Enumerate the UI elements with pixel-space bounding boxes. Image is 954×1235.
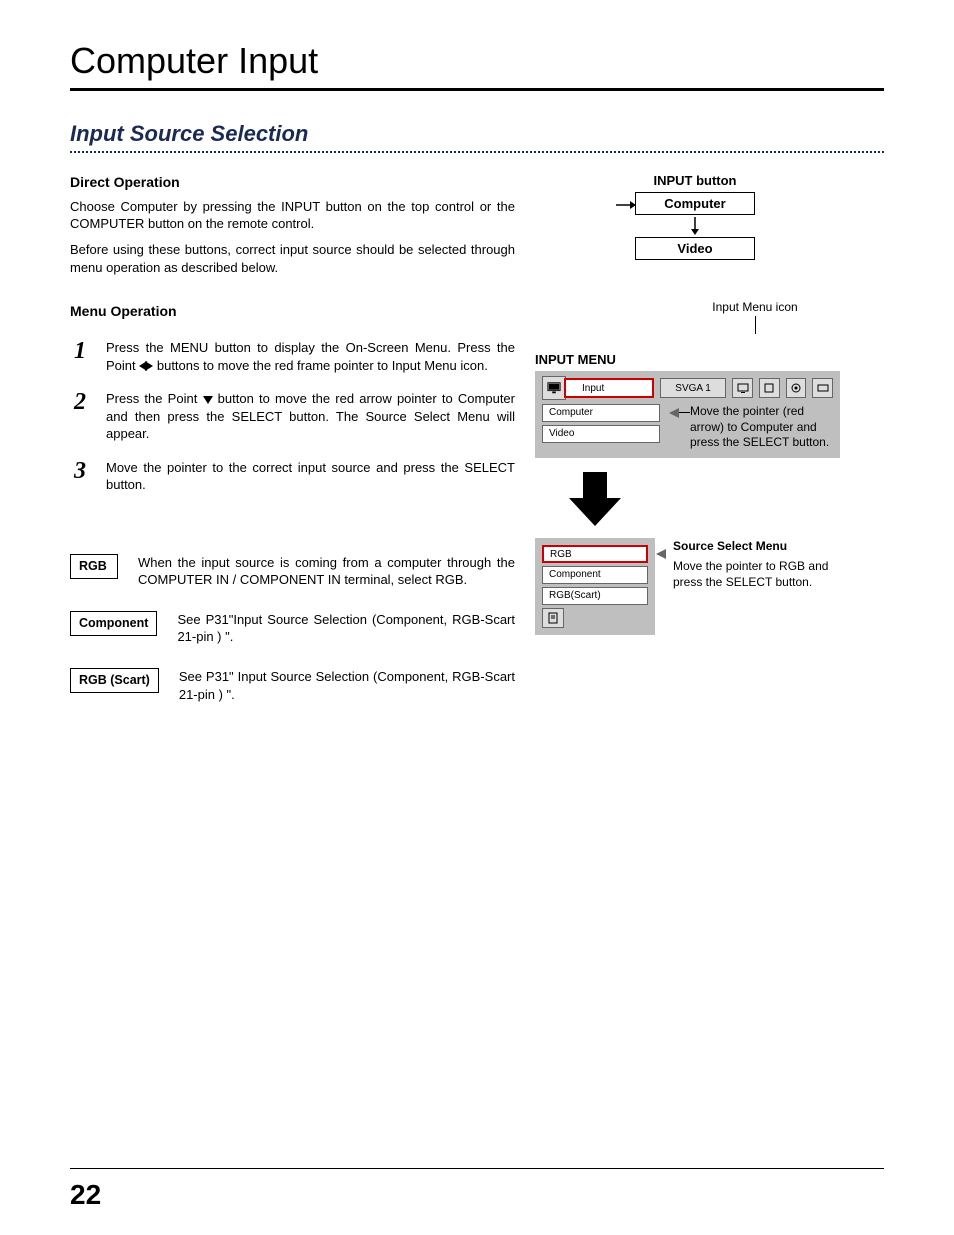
- def-text: See P31"Input Source Selection (Componen…: [177, 611, 515, 646]
- step-3: 3 Move the pointer to the correct input …: [70, 459, 515, 494]
- osd-list: Computer Video: [542, 404, 660, 446]
- def-label: Component: [70, 611, 157, 636]
- right-column: INPUT button Computer Video Input Menu i…: [535, 173, 855, 635]
- src-item-rgb: RGB: [542, 545, 648, 563]
- src-note: Move the pointer to RGB and press the SE…: [673, 558, 843, 590]
- osd-icon-3: [786, 378, 807, 398]
- menuop-heading: Menu Operation: [70, 302, 515, 321]
- inputbtn-video-label: Video: [677, 241, 712, 256]
- footer-rule: [70, 1168, 884, 1169]
- callout-line: [755, 316, 756, 334]
- input-button-flow: INPUT button Computer Video: [615, 173, 775, 260]
- step-num: 2: [70, 390, 90, 414]
- osd-icon-4: [812, 378, 833, 398]
- triangle-down-icon: [203, 396, 213, 404]
- src-title: Source Select Menu: [673, 538, 843, 554]
- def-text: See P31" Input Source Selection (Compone…: [179, 668, 515, 703]
- step1-post: buttons to move the red frame pointer to…: [153, 358, 488, 373]
- source-select-info: Source Select Menu Move the pointer to R…: [673, 538, 843, 591]
- direct-p1: Choose Computer by pressing the INPUT bu…: [70, 198, 515, 233]
- page-title: Computer Input: [70, 40, 884, 82]
- inputbtn-computer-label: Computer: [664, 196, 725, 211]
- step-num: 3: [70, 459, 90, 483]
- step2-pre: Press the Point: [106, 391, 203, 406]
- step-text: Move the pointer to the correct input so…: [106, 459, 515, 494]
- osd-svga-label: SVGA 1: [660, 378, 726, 398]
- page-number: 22: [70, 1179, 101, 1211]
- arrow-down-icon: [615, 217, 775, 235]
- osd-note: Move the pointer (red arrow) to Computer…: [690, 404, 830, 451]
- steps-list: 1 Press the MENU button to display the O…: [70, 339, 515, 494]
- step-num: 1: [70, 339, 90, 363]
- def-rgb: RGB When the input source is coming from…: [70, 554, 515, 589]
- src-item-rgbscart: RGB(Scart): [542, 587, 648, 605]
- left-column: Direct Operation Choose Computer by pres…: [70, 173, 515, 725]
- inputbtn-computer: Computer: [635, 192, 755, 215]
- osd-input-menu: Input SVGA 1 Computer Video Move th: [535, 371, 840, 458]
- arrow-into-icon: [616, 199, 636, 211]
- osd-item-computer: Computer: [542, 404, 660, 422]
- def-label: RGB: [70, 554, 118, 579]
- step3-pre: Move the pointer to the correct input so…: [106, 460, 515, 493]
- src-return-icon: [542, 608, 564, 628]
- step-2: 2 Press the Point button to move the red…: [70, 390, 515, 443]
- osd-icon-1: [732, 378, 753, 398]
- step-1: 1 Press the MENU button to display the O…: [70, 339, 515, 374]
- big-down-arrow-icon: [565, 468, 625, 528]
- definitions: RGB When the input source is coming from…: [70, 554, 515, 703]
- def-label: RGB (Scart): [70, 668, 159, 693]
- inputbtn-video: Video: [635, 237, 755, 260]
- osd-tab-input: Input: [564, 378, 654, 398]
- inputbtn-title: INPUT button: [615, 173, 775, 188]
- monitor-icon: [542, 376, 566, 400]
- section-subtitle: Input Source Selection: [70, 121, 884, 149]
- osd-item-video: Video: [542, 425, 660, 443]
- src-item-component: Component: [542, 566, 648, 584]
- def-rgb-scart: RGB (Scart) See P31" Input Source Select…: [70, 668, 515, 703]
- direct-heading: Direct Operation: [70, 173, 515, 192]
- direct-p2: Before using these buttons, correct inpu…: [70, 241, 515, 276]
- callout-label: Input Menu icon: [655, 300, 855, 314]
- osd-source-select: RGB Component RGB(Scart): [535, 538, 655, 635]
- dotted-rule: [70, 151, 884, 153]
- title-rule: [70, 88, 884, 91]
- def-component: Component See P31"Input Source Selection…: [70, 611, 515, 646]
- step-text: Press the MENU button to display the On-…: [106, 339, 515, 374]
- step-text: Press the Point button to move the red a…: [106, 390, 515, 443]
- osd-icon-2: [759, 378, 780, 398]
- input-menu-title: INPUT MENU: [535, 352, 855, 367]
- def-text: When the input source is coming from a c…: [138, 554, 515, 589]
